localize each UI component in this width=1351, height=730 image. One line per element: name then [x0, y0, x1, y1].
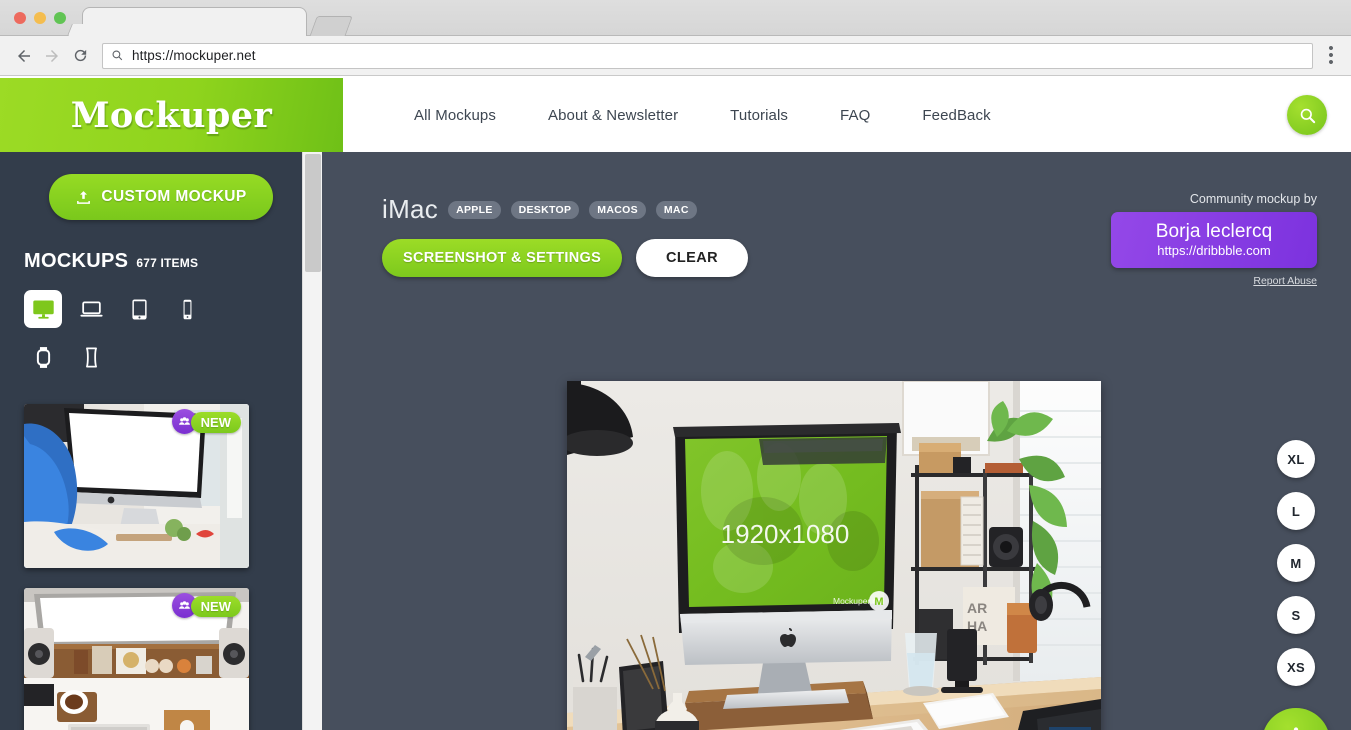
main-navigation: All Mockups About & Newsletter Tutorials…	[343, 78, 1351, 152]
size-selector-rail: XL L M S XS	[1262, 440, 1330, 730]
poster-icon	[79, 345, 104, 370]
nav-item-tutorials[interactable]: Tutorials	[704, 107, 814, 124]
sidebar-scrollbar-thumb[interactable]	[305, 154, 321, 272]
clear-button[interactable]: CLEAR	[636, 239, 748, 277]
nav-item-all-mockups[interactable]: All Mockups	[388, 107, 522, 124]
tag-desktop[interactable]: DESKTOP	[510, 200, 580, 219]
new-badge: NEW	[190, 596, 241, 617]
report-abuse-link[interactable]: Report Abuse	[1253, 275, 1317, 287]
tag-mac[interactable]: MAC	[655, 200, 697, 219]
device-filter-desktop[interactable]	[24, 290, 62, 328]
custom-mockup-label: CUSTOM MOCKUP	[101, 188, 247, 205]
tag-apple[interactable]: APPLE	[448, 200, 501, 219]
search-icon[interactable]	[1287, 95, 1327, 135]
window-controls[interactable]	[14, 12, 66, 24]
mockup-stage: AR HA 1920x1080 Mockuper.net M	[567, 381, 1101, 730]
maximize-window-button[interactable]	[54, 12, 66, 24]
attribution-label: Community mockup by	[1189, 192, 1317, 206]
url-bar[interactable]: https://mockuper.net	[102, 42, 1313, 69]
page-content: Mockuper All Mockups About & Newsletter …	[0, 78, 1351, 730]
screenshot-settings-button[interactable]: SCREENSHOT & SETTINGS	[382, 239, 623, 277]
url-search-icon	[111, 49, 124, 62]
laptop-icon	[79, 297, 104, 322]
device-filter-laptop[interactable]	[72, 290, 110, 328]
tag-macos[interactable]: MACOS	[589, 200, 646, 219]
mockup-preview-image[interactable]: AR HA 1920x1080 Mockuper.net M	[567, 381, 1101, 730]
site-header: Mockuper All Mockups About & Newsletter …	[0, 78, 1351, 152]
size-button-xs[interactable]: XS	[1277, 648, 1315, 686]
nav-item-about-newsletter[interactable]: About & Newsletter	[522, 107, 704, 124]
sidebar-scrollbar[interactable]	[302, 152, 322, 730]
mockups-section-header: MOCKUPS 677 ITEMS	[24, 250, 298, 273]
download-icon	[1279, 725, 1313, 730]
smartwatch-icon	[31, 345, 56, 370]
nav-item-faq[interactable]: FAQ	[814, 107, 896, 124]
page-body: CUSTOM MOCKUP MOCKUPS 677 ITEMS NEW NEW …	[0, 152, 1351, 730]
mockup-thumbnail-list: NEW NEW	[24, 404, 298, 730]
url-text[interactable]: https://mockuper.net	[132, 48, 256, 63]
new-tab-button[interactable]	[309, 16, 353, 37]
nav-item-feedback[interactable]: FeedBack	[896, 107, 1016, 124]
attribution-panel: Community mockup by Borja leclercq https…	[1111, 192, 1317, 289]
size-button-m[interactable]: M	[1277, 544, 1315, 582]
new-badge: NEW	[190, 412, 241, 433]
list-item[interactable]: NEW	[24, 404, 249, 568]
custom-mockup-button[interactable]: CUSTOM MOCKUP	[49, 174, 273, 220]
browser-window: https://mockuper.net • • • Mockuper All Mo…	[0, 0, 1351, 730]
size-button-xl[interactable]: XL	[1277, 440, 1315, 478]
attribution-author: Borja leclercq	[1155, 221, 1273, 242]
mockups-count: 677 ITEMS	[136, 256, 199, 270]
size-button-s[interactable]: S	[1277, 596, 1315, 634]
browser-tab-strip	[0, 0, 1351, 37]
browser-tab[interactable]	[82, 7, 307, 37]
device-filter-phone[interactable]	[168, 290, 206, 328]
main-content: iMac APPLE DESKTOP MACOS MAC SCREENSHOT …	[322, 152, 1351, 730]
sidebar: CUSTOM MOCKUP MOCKUPS 677 ITEMS NEW NEW	[0, 152, 322, 730]
page-title: iMac	[382, 194, 439, 224]
upload-icon	[75, 189, 92, 206]
device-filter-watch[interactable]	[24, 338, 62, 376]
smartphone-icon	[175, 297, 200, 322]
desktop-monitor-icon	[31, 297, 56, 322]
svg-text:M: M	[874, 596, 883, 608]
svg-text:AR: AR	[967, 600, 987, 616]
desk-scene-illustration: AR HA 1920x1080 Mockuper.net M	[567, 381, 1101, 730]
download-button[interactable]	[1262, 708, 1330, 730]
size-button-l[interactable]: L	[1277, 492, 1315, 530]
tablet-icon	[127, 297, 152, 322]
list-item[interactable]: NEW	[24, 588, 249, 730]
minimize-window-button[interactable]	[34, 12, 46, 24]
attribution-card[interactable]: Borja leclercq https://dribbble.com	[1111, 212, 1317, 269]
forward-arrow-icon	[38, 42, 66, 70]
site-logo-text: Mockuper	[70, 94, 273, 136]
device-filter-tablet[interactable]	[120, 290, 158, 328]
device-filter-print[interactable]	[72, 338, 110, 376]
close-window-button[interactable]	[14, 12, 26, 24]
device-filter-list	[24, 290, 234, 376]
browser-toolbar: https://mockuper.net • • •	[0, 36, 1351, 76]
back-arrow-icon[interactable]	[10, 42, 38, 70]
kebab-menu-icon[interactable]: • • •	[1321, 41, 1341, 70]
reload-icon[interactable]	[66, 42, 94, 70]
site-logo[interactable]: Mockuper	[0, 78, 343, 152]
screen-resolution-text: 1920x1080	[721, 519, 850, 549]
mockups-title: MOCKUPS	[24, 250, 129, 272]
attribution-url[interactable]: https://dribbble.com	[1121, 243, 1307, 258]
